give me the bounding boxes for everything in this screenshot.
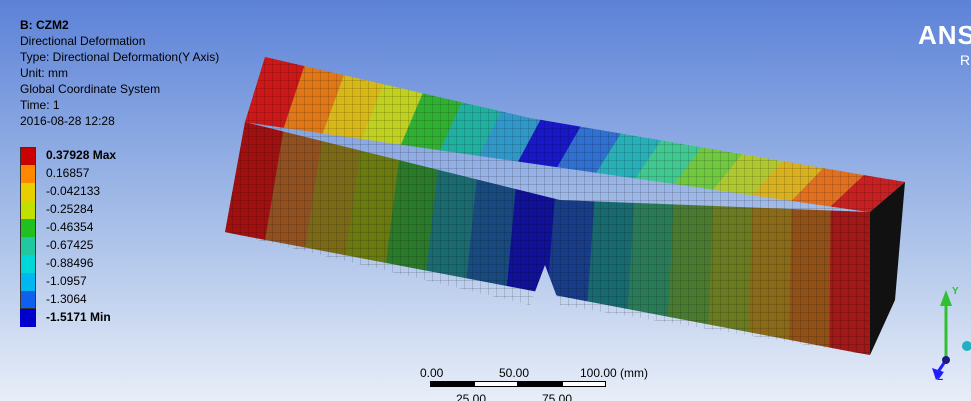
legend-swatch — [20, 291, 36, 309]
legend-swatch — [20, 309, 36, 327]
y-axis-label: Y — [952, 286, 959, 297]
ansys-logo-release: R — [960, 52, 971, 68]
scale-segment-4 — [562, 381, 606, 387]
legend-swatch — [20, 237, 36, 255]
result-type: Type: Directional Deformation(Y Axis) — [20, 50, 220, 64]
legend-label: -0.25284 — [46, 202, 94, 216]
legend-swatch — [20, 219, 36, 237]
legend-swatch — [20, 183, 36, 201]
result-name: Directional Deformation — [20, 34, 146, 48]
ansys-logo: ANS — [918, 20, 971, 50]
triad-icon — [932, 290, 971, 380]
result-date: 2016-08-28 12:28 — [20, 114, 115, 128]
legend-label: 0.37928 Max — [46, 148, 117, 162]
scale-label-100: 100.00 (mm) — [580, 366, 649, 380]
legend-swatch — [20, 165, 36, 183]
legend-label: -0.88496 — [46, 256, 94, 270]
scale-label-75: 75.00 — [542, 392, 573, 401]
legend-label: -0.46354 — [46, 220, 94, 234]
legend-label: -1.0957 — [46, 274, 87, 288]
end-face — [870, 182, 905, 355]
legend-label: -1.3064 — [46, 292, 87, 306]
result-unit: Unit: mm — [20, 66, 68, 80]
legend-label: -1.5171 Min — [46, 310, 111, 324]
legend-swatch — [20, 273, 36, 291]
legend-label: -0.67425 — [46, 238, 94, 252]
legend-label: -0.042133 — [46, 184, 101, 198]
coordinate-system: Global Coordinate System — [20, 82, 161, 96]
result-info: B: CZM2 Directional Deformation Type: Di… — [20, 17, 219, 129]
scale-label-0: 0.00 — [420, 366, 444, 380]
scale-segment-3 — [518, 381, 562, 387]
z-axis-label: Z — [937, 372, 944, 383]
axis-triad[interactable]: Y Z — [920, 280, 971, 390]
graphics-viewport[interactable]: B: CZM2 Directional Deformation Type: Di… — [0, 0, 971, 401]
scale-bar: 0.00 50.00 100.00 (mm) 25.00 75.00 — [420, 364, 648, 401]
result-time: Time: 1 — [20, 98, 60, 112]
scale-label-25: 25.00 — [456, 392, 487, 401]
legend-label: 0.16857 — [46, 166, 90, 180]
scale-segment-1 — [430, 381, 474, 387]
legend-swatch — [20, 201, 36, 219]
scale-label-50: 50.00 — [499, 366, 530, 380]
legend-swatch — [20, 255, 36, 273]
scale-segment-2 — [474, 381, 518, 387]
legend-swatch — [20, 147, 36, 165]
analysis-title: B: CZM2 — [20, 18, 69, 32]
